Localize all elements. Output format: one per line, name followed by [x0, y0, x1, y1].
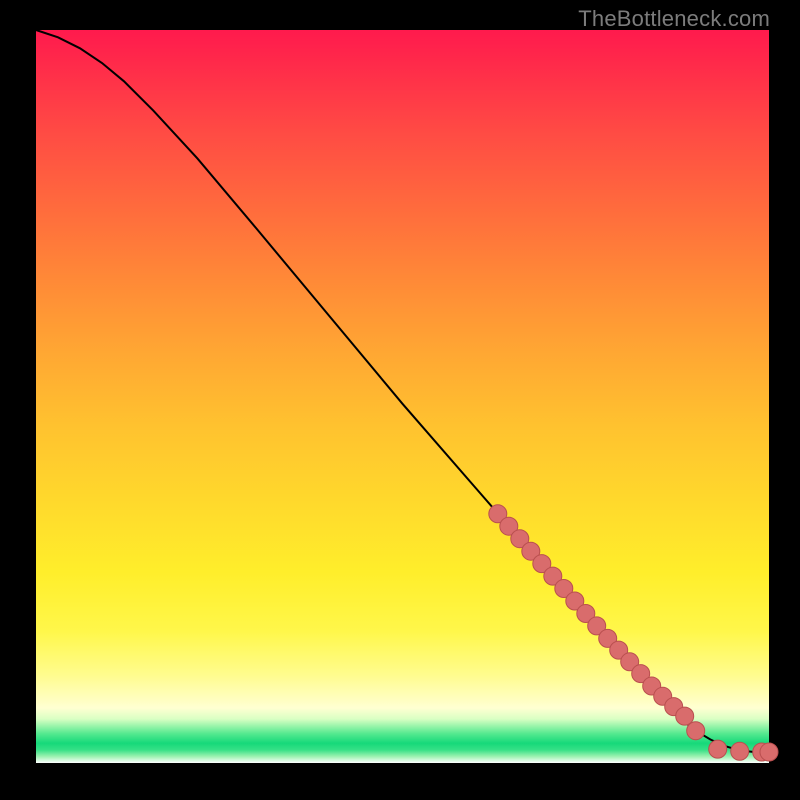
chart-overlay — [36, 30, 769, 763]
chart-frame: TheBottleneck.com — [0, 0, 800, 800]
data-point — [709, 740, 727, 758]
attribution-label: TheBottleneck.com — [578, 6, 770, 32]
curve-path — [36, 30, 769, 752]
marker-group — [489, 505, 778, 761]
data-point — [687, 722, 705, 740]
data-point — [731, 742, 749, 760]
data-point — [676, 707, 694, 725]
curve-line — [36, 30, 769, 752]
data-point — [760, 743, 778, 761]
